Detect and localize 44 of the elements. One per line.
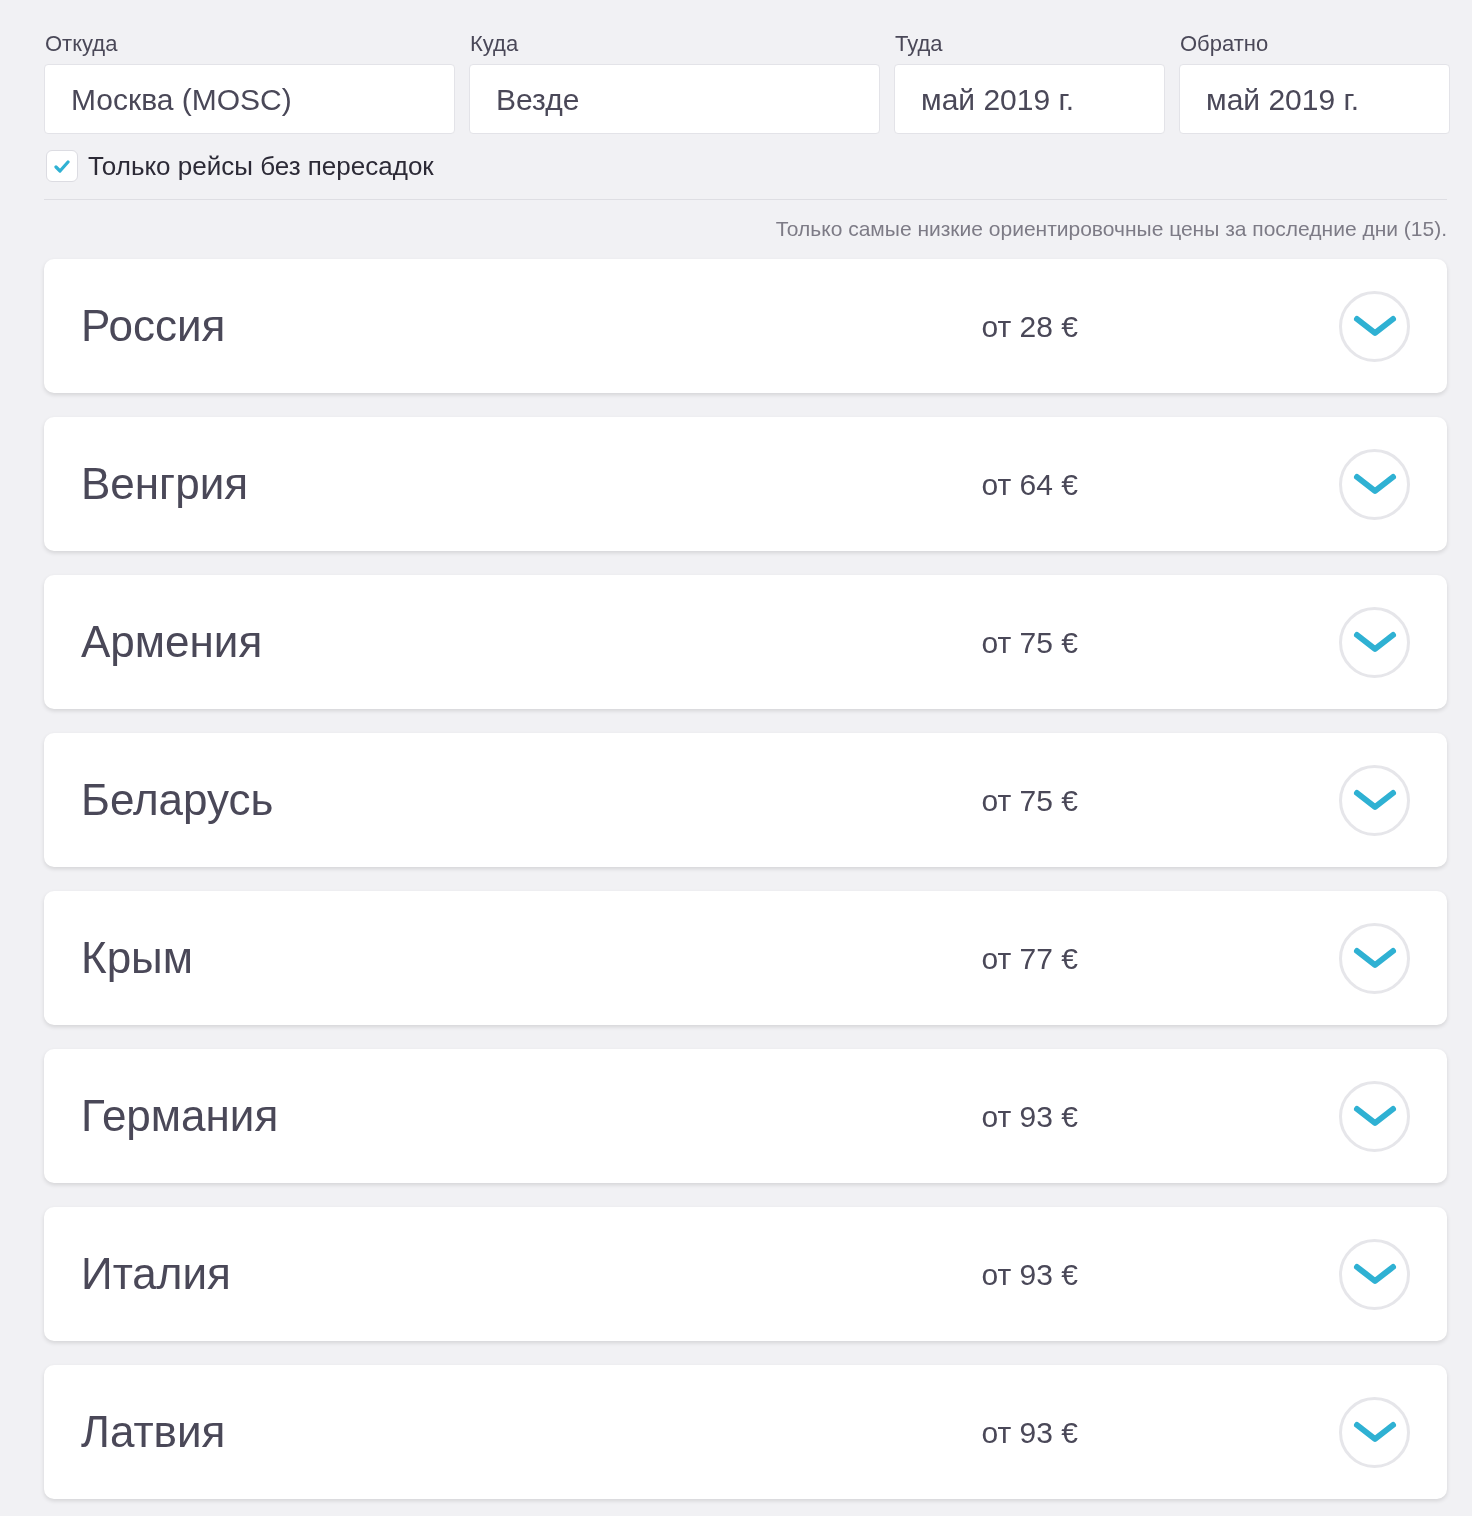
country-name: Италия bbox=[81, 1248, 232, 1300]
destination-card[interactable]: Венгрия от 64 € bbox=[44, 417, 1447, 551]
destination-card[interactable]: Армения от 75 € bbox=[44, 575, 1447, 709]
destination-card[interactable]: Крым от 77 € bbox=[44, 891, 1447, 1025]
country-name: Крым bbox=[81, 932, 194, 984]
price-label: от 75 € bbox=[981, 624, 1078, 661]
country-name: Россия bbox=[81, 300, 227, 352]
chevron-down-icon bbox=[1352, 473, 1397, 495]
input-field[interactable]: май 2019 г. bbox=[894, 64, 1165, 134]
chevron-down-icon bbox=[1352, 1263, 1397, 1285]
input-field[interactable]: май 2019 г. bbox=[1179, 64, 1450, 134]
input-field[interactable]: Москва (MOSC) bbox=[44, 64, 455, 134]
input-field[interactable]: Везде bbox=[469, 64, 880, 134]
field-label: Обратно bbox=[1179, 31, 1270, 57]
destination-card[interactable]: Германия от 93 € bbox=[44, 1049, 1447, 1183]
country-name: Беларусь bbox=[81, 774, 275, 826]
country-name: Латвия bbox=[81, 1406, 227, 1458]
price-label: от 64 € bbox=[981, 466, 1078, 503]
destination-card[interactable]: Италия от 93 € bbox=[44, 1207, 1447, 1341]
price-label: от 77 € bbox=[981, 940, 1078, 977]
chevron-down-icon bbox=[1352, 1105, 1397, 1127]
field-label: Откуда bbox=[44, 31, 119, 57]
country-name: Венгрия bbox=[81, 458, 250, 510]
chevron-down-icon bbox=[1352, 315, 1397, 337]
price-label: от 93 € bbox=[981, 1256, 1078, 1293]
destination-card[interactable]: Беларусь от 75 € bbox=[44, 733, 1447, 867]
country-name: Германия bbox=[81, 1090, 280, 1142]
destination-card[interactable]: Россия от 28 € bbox=[44, 259, 1447, 393]
check-icon bbox=[54, 159, 70, 173]
field-label: Туда bbox=[894, 31, 944, 57]
chevron-down-icon bbox=[1352, 789, 1397, 811]
price-label: от 93 € bbox=[981, 1098, 1078, 1135]
field-label: Куда bbox=[469, 31, 520, 57]
country-name: Армения bbox=[81, 616, 264, 668]
checkbox[interactable] bbox=[46, 150, 78, 182]
chevron-down-icon bbox=[1352, 631, 1397, 653]
chevron-down-icon bbox=[1352, 1421, 1397, 1443]
price-label: от 93 € bbox=[981, 1414, 1078, 1451]
destination-card[interactable]: Латвия от 93 € bbox=[44, 1365, 1447, 1499]
price-label: от 75 € bbox=[981, 782, 1078, 819]
price-label: от 28 € bbox=[981, 308, 1078, 345]
checkbox-label[interactable]: Только рейсы без пересадок bbox=[88, 146, 434, 186]
chevron-down-icon bbox=[1352, 947, 1397, 969]
price-note: Только самые низкие ориентировочные цены за последние дни (15). bbox=[775, 217, 1447, 241]
